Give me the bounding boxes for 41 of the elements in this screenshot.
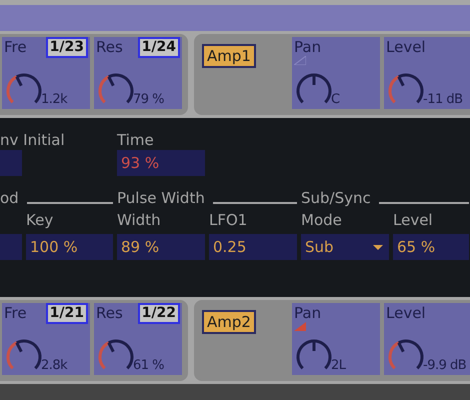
knob-label: Res bbox=[95, 37, 123, 56]
param-label: Level bbox=[393, 210, 434, 230]
mapping-badge: 1/22 bbox=[138, 303, 180, 324]
knob-value: -9.9 dB bbox=[423, 358, 466, 375]
knob-value: 1.2k bbox=[41, 92, 68, 109]
param-label: Key bbox=[26, 210, 54, 230]
section-title: Pulse Width bbox=[117, 188, 205, 208]
param-label: LFO1 bbox=[209, 210, 248, 230]
knob-value: 2.8k bbox=[41, 358, 68, 375]
param-label: Width bbox=[117, 210, 162, 230]
input-field[interactable]: 93 % bbox=[117, 150, 205, 176]
input-field[interactable]: 0.25 bbox=[209, 234, 297, 260]
mapping-badge: 1/23 bbox=[46, 37, 88, 58]
input-field[interactable] bbox=[0, 234, 22, 260]
knob-label: Level bbox=[385, 303, 426, 322]
knob-value: 61 % bbox=[133, 358, 164, 375]
knob-label: Fre bbox=[3, 37, 27, 56]
section-title: Sub/Sync bbox=[301, 188, 371, 208]
param-label: nv Initial bbox=[0, 130, 66, 150]
param-label: Mode bbox=[301, 210, 343, 230]
knob-label: Pan bbox=[293, 303, 322, 322]
caret-icon bbox=[373, 244, 383, 250]
section-title: od bbox=[0, 188, 19, 208]
knob-label: Res bbox=[95, 303, 123, 322]
dropdown[interactable]: Sub bbox=[301, 234, 389, 260]
knob-label: Level bbox=[385, 37, 426, 56]
mapping-badge: 1/24 bbox=[138, 37, 180, 58]
knob-value: 2L bbox=[331, 358, 346, 375]
knob-value: C bbox=[331, 92, 340, 109]
knob-value: -11 dB bbox=[423, 92, 463, 109]
input-field[interactable]: 65 % bbox=[393, 234, 469, 260]
amp-toggle-button[interactable]: Amp2 bbox=[202, 310, 256, 334]
input-field[interactable]: 100 % bbox=[26, 234, 113, 260]
input-field[interactable]: 89 % bbox=[117, 234, 205, 260]
knob-label: Pan bbox=[293, 37, 322, 56]
mapping-badge: 1/21 bbox=[46, 303, 88, 324]
amp-toggle-button[interactable]: Amp1 bbox=[202, 44, 256, 68]
knob-label: Fre bbox=[3, 303, 27, 322]
knob-value: 79 % bbox=[133, 92, 164, 109]
param-label: Time bbox=[117, 130, 155, 150]
input-field[interactable] bbox=[0, 150, 22, 176]
